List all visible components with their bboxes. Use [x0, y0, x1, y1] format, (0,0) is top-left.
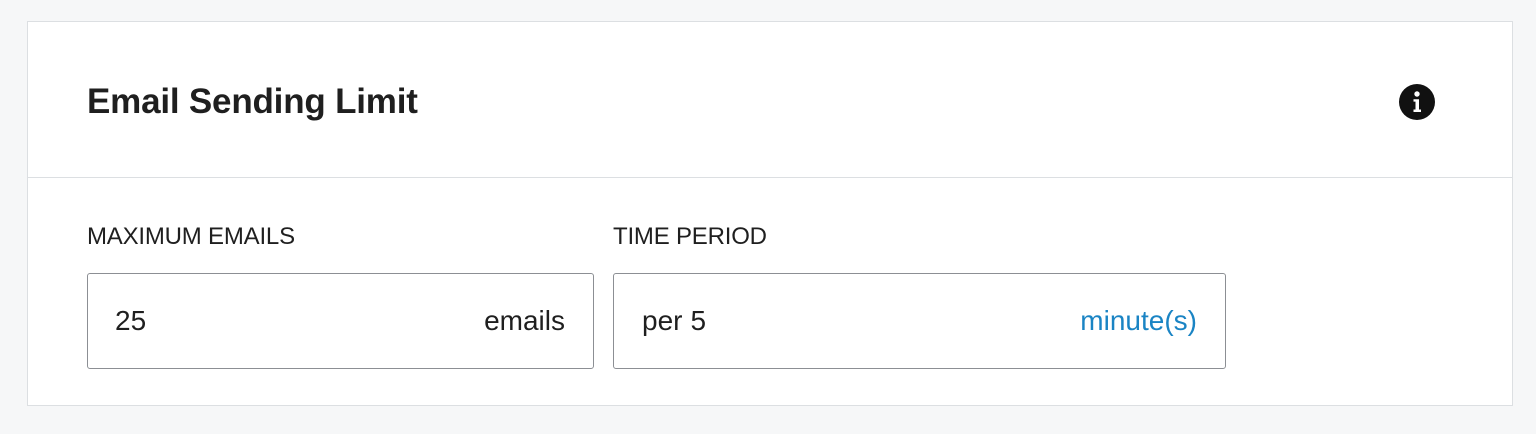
time-period-prefix: per — [642, 305, 683, 336]
time-period-value-group: per — [642, 301, 811, 341]
info-icon[interactable] — [1398, 83, 1436, 121]
time-period-field: TIME PERIOD — [613, 223, 767, 251]
maximum-emails-label: MAXIMUM EMAILS — [87, 223, 295, 250]
card-title: Email Sending Limit — [87, 82, 418, 121]
time-period-input[interactable] — [690, 301, 811, 341]
emails-unit-suffix: emails — [484, 305, 565, 336]
email-sending-limit-card: Email Sending Limit MAXIMUM EMAILS email… — [27, 21, 1513, 406]
maximum-emails-field: MAXIMUM EMAILS — [87, 223, 295, 251]
time-period-label: TIME PERIOD — [613, 223, 767, 250]
maximum-emails-input[interactable] — [115, 301, 315, 341]
time-unit-dropdown[interactable]: minute(s) — [1080, 305, 1197, 337]
card-body: MAXIMUM EMAILS emails TIME PERIOD per mi… — [28, 178, 1512, 406]
card-header: Email Sending Limit — [28, 22, 1512, 178]
maximum-emails-input-box[interactable]: emails — [87, 273, 594, 369]
time-period-input-box[interactable]: per minute(s) — [613, 273, 1226, 369]
